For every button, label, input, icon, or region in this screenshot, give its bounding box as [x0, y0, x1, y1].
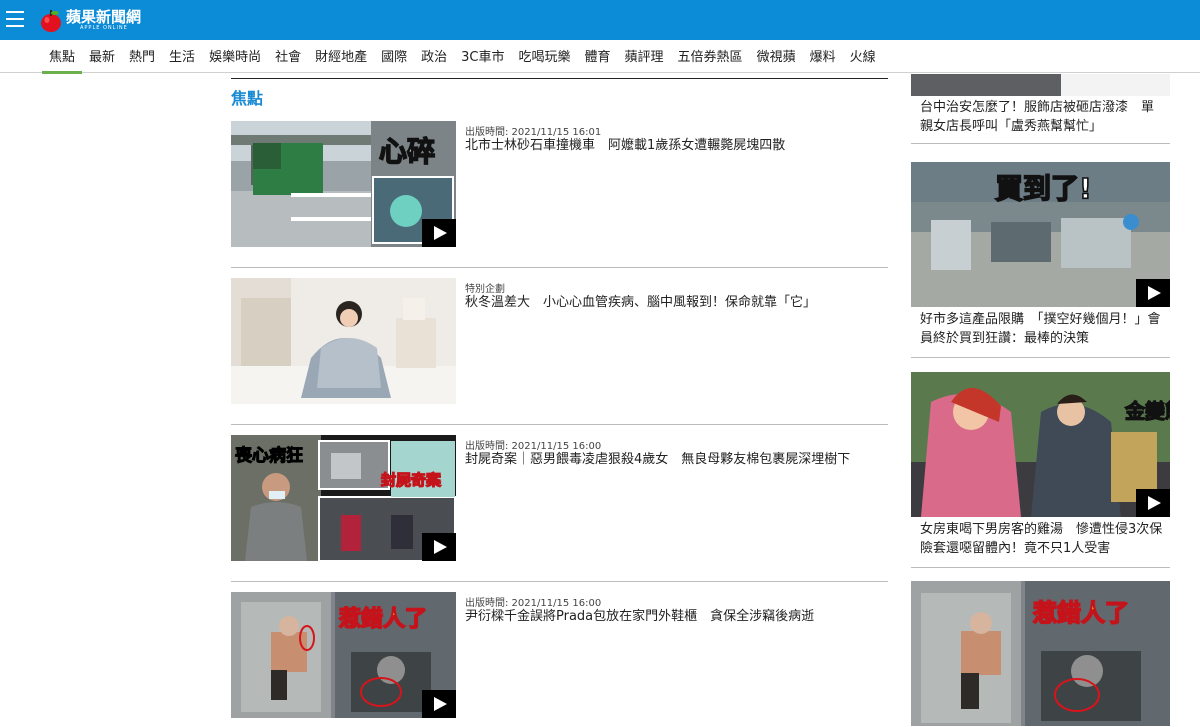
thumb-caption: 買到了!: [995, 172, 1092, 205]
thumb-caption: 惹錯人了: [1033, 599, 1129, 627]
article-item[interactable]: 特別企劃 秋冬溫差大 小心心血管疾病、腦中風報到！保命就靠「它」: [231, 268, 888, 425]
article-headline[interactable]: 北市士林砂石車撞機車 阿嬤載1歲孫女遭輾斃屍塊四散: [465, 137, 885, 155]
thumb-caption: 心碎: [379, 135, 435, 168]
nav-item-voucher[interactable]: 五倍券熱區: [671, 40, 750, 73]
thumb-caption: 喪心病狂: [235, 445, 303, 466]
nav-item-international[interactable]: 國際: [374, 40, 414, 73]
sidebar-divider: [911, 357, 1170, 358]
nav-item-frontline[interactable]: 火線: [843, 40, 883, 73]
article-item[interactable]: 惹錯人了 出版時間: 2021/11/15 16:00 尹衍樑千金誤將Prada…: [231, 582, 888, 727]
article-headline[interactable]: 尹衍樑千金誤將Prada包放在家門外鞋櫃 貪保全涉竊後病逝: [465, 608, 885, 626]
logo-subtitle: APPLE ONLINE: [80, 24, 128, 31]
top-bar: 蘋果新聞網 APPLE ONLINE: [0, 0, 1200, 40]
nav-item-life[interactable]: 生活: [162, 40, 202, 73]
sidebar-thumbnail[interactable]: 金變態!: [911, 372, 1170, 517]
thumb-caption: 金變態!: [1124, 399, 1170, 423]
play-icon[interactable]: [422, 690, 456, 718]
article-item[interactable]: 喪心病狂 封屍奇案 出版時間: 2021/11/15 16:00 封屍奇案｜惡男…: [231, 425, 888, 582]
article-headline[interactable]: 封屍奇案｜惡男餵毒凌虐狠殺4歲女 無良母夥友棉包裹屍深埋樹下: [465, 451, 885, 469]
nav-item-entertainment[interactable]: 娛樂時尚: [202, 40, 268, 73]
sidebar-thumbnail[interactable]: 惹錯人了: [911, 581, 1170, 726]
nav-item-3c-cars[interactable]: 3C車市: [454, 40, 511, 73]
apple-logo-icon: [40, 8, 62, 32]
sidebar-caption[interactable]: 好市多這產品限購 「撲空好幾個月！」會員終於買到狂讚：最棒的決策: [920, 310, 1165, 348]
play-icon[interactable]: [1136, 279, 1170, 307]
sidebar-thumbnail[interactable]: [911, 74, 1170, 96]
thumb-caption: 惹錯人了: [339, 606, 427, 632]
nav-item-video[interactable]: 微視蘋: [750, 40, 803, 73]
article-thumbnail[interactable]: 惹錯人了: [231, 592, 456, 718]
sidebar-divider: [911, 567, 1170, 568]
nav-item-opinion[interactable]: 蘋評理: [618, 40, 671, 73]
play-icon[interactable]: [1136, 489, 1170, 517]
article-headline[interactable]: 秋冬溫差大 小心心血管疾病、腦中風報到！保命就靠「它」: [465, 294, 885, 312]
main-column: 焦點 心碎 出版時間: 2021/11/15 16:01 北市士林砂石車撞機車 …: [231, 78, 888, 727]
article-thumbnail[interactable]: 喪心病狂 封屍奇案: [231, 435, 456, 561]
nav-item-tips[interactable]: 爆料: [803, 40, 843, 73]
sidebar-caption[interactable]: 台中治安怎麼了！服飾店被砸店潑漆 單親女店長呼叫「盧秀燕幫幫忙」: [920, 98, 1165, 136]
nav-item-latest[interactable]: 最新: [82, 40, 122, 73]
thumb-caption-secondary: 封屍奇案: [381, 471, 442, 489]
sidebar-thumbnail[interactable]: 買到了!: [911, 162, 1170, 307]
nav-item-politics[interactable]: 政治: [414, 40, 454, 73]
nav-item-popular[interactable]: 熱門: [122, 40, 162, 73]
article-item[interactable]: 心碎 出版時間: 2021/11/15 16:01 北市士林砂石車撞機車 阿嬤載…: [231, 111, 888, 268]
section-divider: [231, 78, 888, 79]
nav-item-society[interactable]: 社會: [268, 40, 308, 73]
article-meta: 出版時間: 2021/11/15 16:00: [465, 441, 602, 452]
menu-icon[interactable]: [6, 11, 24, 27]
article-meta: 特別企劃: [465, 284, 505, 295]
logo-title: 蘋果新聞網: [66, 7, 142, 26]
nav-item-sports[interactable]: 體育: [578, 40, 618, 73]
nav-item-focus[interactable]: 焦點: [42, 40, 83, 74]
section-title: 焦點: [231, 89, 264, 108]
play-icon[interactable]: [422, 219, 456, 247]
article-meta: 出版時間: 2021/11/15 16:00: [465, 598, 602, 609]
article-thumbnail[interactable]: [231, 278, 456, 404]
nav-item-finance[interactable]: 財經地產: [308, 40, 374, 73]
article-meta: 出版時間: 2021/11/15 16:01: [465, 127, 602, 138]
site-logo[interactable]: 蘋果新聞網 APPLE ONLINE: [40, 4, 141, 36]
sidebar-divider: [911, 143, 1170, 144]
category-nav: 焦點 最新 熱門 生活 娛樂時尚 社會 財經地產 國際 政治 3C車市 吃喝玩樂…: [0, 40, 1200, 74]
sidebar-caption[interactable]: 女房東喝下男房客的雞湯 慘遭性侵3次保險套還噁留體內！竟不只1人受害: [920, 520, 1165, 558]
nav-item-food-fun[interactable]: 吃喝玩樂: [512, 40, 578, 73]
play-icon[interactable]: [422, 533, 456, 561]
article-thumbnail[interactable]: 心碎: [231, 121, 456, 247]
